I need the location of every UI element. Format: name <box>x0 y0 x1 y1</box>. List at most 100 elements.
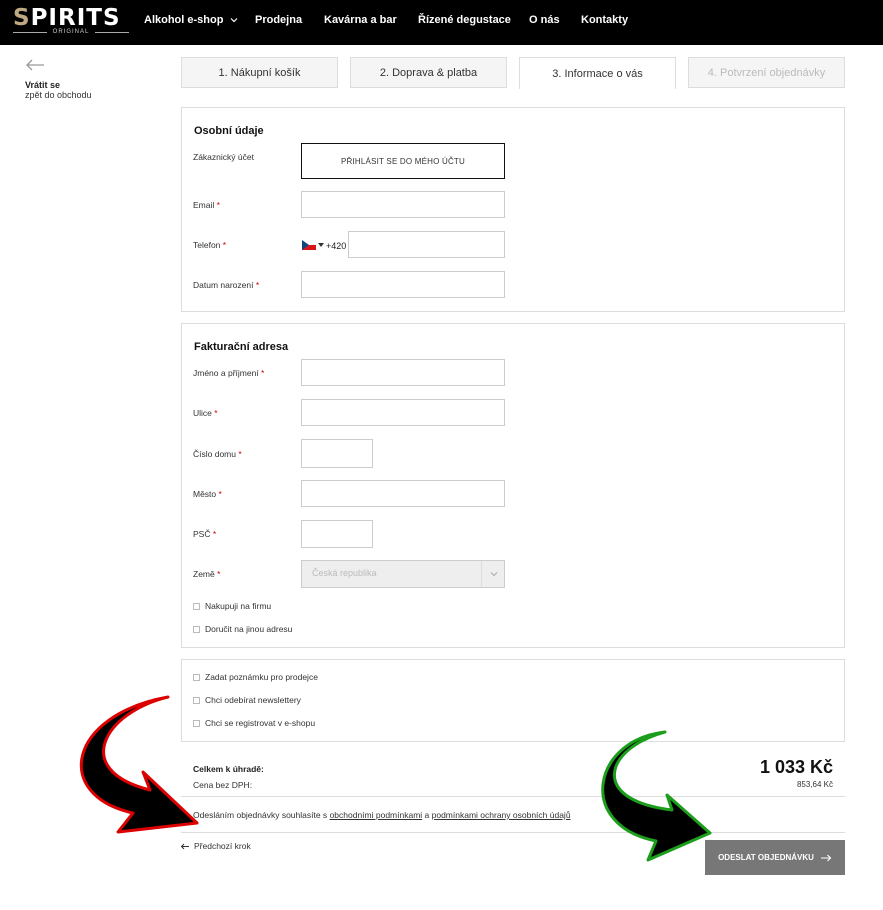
back-to-shop-link[interactable]: Vrátit se zpět do obchodu <box>25 58 92 100</box>
personal-info-panel: Osobní údaje <box>181 107 845 312</box>
select-chevron-down-icon <box>481 561 505 587</box>
checkbox-box[interactable] <box>193 625 200 633</box>
required-mark: * <box>261 368 265 378</box>
summary-divider <box>181 796 845 797</box>
house-number-label: Číslo domu * <box>193 449 242 459</box>
nav-item-kontakty[interactable]: Kontakty <box>581 14 628 26</box>
zip-label: PSČ * <box>193 529 216 539</box>
tab-step-info[interactable]: 3. Informace o vás <box>519 57 676 89</box>
billing-title: Fakturační adresa <box>194 341 289 353</box>
phone-label: Telefon * <box>193 240 226 250</box>
net-price-label: Cena bez DPH: <box>193 780 253 790</box>
tab-step-confirm: 4. Potvrzení objednávky <box>688 57 845 88</box>
required-mark: * <box>216 200 220 210</box>
phone-field[interactable] <box>348 231 505 258</box>
previous-step-label: Předchozí krok <box>194 841 251 851</box>
logo-rest: PIRITS <box>30 5 121 31</box>
tab-step-confirm-label: 4. Potvrzení objednávky <box>707 66 826 79</box>
email-label-text: Email <box>193 200 215 210</box>
house-number-label-text: Číslo domu <box>193 449 236 459</box>
street-field[interactable] <box>301 399 505 426</box>
country-label: Země * <box>193 569 220 579</box>
chevron-down-icon <box>230 18 237 23</box>
checkbox-box[interactable] <box>193 696 200 704</box>
top-navigation-bar: SPIRITS ORIGINAL Alkohol e-shop Prodejna… <box>0 0 883 45</box>
nav-item-eshop[interactable]: Alkohol e-shop <box>144 14 238 26</box>
personal-info-title: Osobní údaje <box>194 125 264 137</box>
country-code-caret-icon[interactable] <box>318 243 324 247</box>
required-mark: * <box>238 449 242 459</box>
tab-step-cart-label: 1. Nákupní košík <box>218 66 301 79</box>
checkbox-box[interactable] <box>193 602 200 610</box>
tab-step-cart[interactable]: 1. Nákupní košík <box>181 57 338 88</box>
terms-link[interactable]: obchodními podmínkami <box>330 810 423 820</box>
birth-label-text: Datum narození <box>193 280 254 290</box>
zip-label-text: PSČ <box>193 529 211 539</box>
city-field[interactable] <box>301 480 505 507</box>
country-label-text: Země <box>193 569 215 579</box>
birth-date-label: Datum narození * <box>193 280 259 290</box>
nav-item-degustace[interactable]: Řízené degustace <box>418 14 511 26</box>
house-number-field[interactable] <box>301 439 373 468</box>
login-button-label: PŘIHLÁSIT SE DO MÉHO ÚČTU <box>341 156 465 166</box>
tab-step-shipping[interactable]: 2. Doprava & platba <box>350 57 507 88</box>
checkbox-box[interactable] <box>193 719 200 727</box>
seller-note-checkbox[interactable]: Zadat poznámku pro prodejce <box>193 672 318 682</box>
newsletter-checkbox[interactable]: Chci odebírat newslettery <box>193 695 301 705</box>
arrow-right-icon <box>820 854 832 861</box>
login-button[interactable]: PŘIHLÁSIT SE DO MÉHO ÚČTU <box>301 143 505 179</box>
total-value: 1 033 Kč <box>759 757 833 777</box>
city-label-text: Město <box>193 489 217 499</box>
seller-note-label: Zadat poznámku pro prodejce <box>205 672 318 682</box>
back-title: Vrátit se <box>25 80 61 90</box>
full-name-label: Jméno a příjmení * <box>193 368 264 378</box>
nav-item-kavarna[interactable]: Kavárna a bar <box>324 14 397 26</box>
full-name-label-text: Jméno a příjmení <box>193 368 259 378</box>
privacy-link[interactable]: podmínkami ochrany osobních údajů <box>432 810 571 820</box>
red-curved-arrow-icon <box>79 695 199 834</box>
tab-step-shipping-label: 2. Doprava & platba <box>379 66 478 79</box>
back-subtitle: zpět do obchodu <box>25 90 92 100</box>
agreement-text: Odesláním objednávky souhlasíte s obchod… <box>193 810 571 820</box>
company-purchase-label: Nakupuji na firmu <box>205 601 272 611</box>
account-label: Zákaznický účet <box>193 152 254 162</box>
arrow-left-icon <box>180 843 189 849</box>
agreement-prefix: Odesláním objednávky souhlasíte s <box>193 810 330 820</box>
required-mark: * <box>222 240 227 250</box>
tab-step-info-label: 3. Informace o vás <box>552 67 643 80</box>
nav-item-prodejna[interactable]: Prodejna <box>255 14 302 26</box>
full-name-field[interactable] <box>301 359 505 386</box>
agreement-middle: a <box>422 810 432 820</box>
czech-flag-icon[interactable] <box>302 240 316 250</box>
nav-item-o-nas[interactable]: O nás <box>529 14 560 26</box>
birth-date-field[interactable] <box>301 271 505 298</box>
billing-address-panel: Fakturační adresa <box>181 323 845 648</box>
street-label: Ulice * <box>193 408 218 418</box>
agreement-divider <box>181 832 845 833</box>
country-select: Česká republika <box>301 560 505 588</box>
zip-field[interactable] <box>301 520 373 548</box>
phone-label-text: Telefon <box>193 240 221 250</box>
logo-wordmark: SPIRITS <box>13 5 121 31</box>
logo-s-accent: S <box>13 5 31 31</box>
newsletter-label: Chci odebírat newslettery <box>205 695 301 705</box>
submit-order-button[interactable]: ODESLAT OBJEDNÁVKU <box>705 840 845 875</box>
email-label: Email * <box>193 200 220 210</box>
company-purchase-checkbox[interactable]: Nakupuji na firmu <box>193 601 271 611</box>
total-label: Celkem k úhradě: <box>193 764 264 774</box>
arrow-left-icon <box>26 59 44 71</box>
register-checkbox[interactable]: Chci se registrovat v e-shopu <box>193 718 315 728</box>
email-field[interactable] <box>301 191 505 218</box>
submit-order-label: ODESLAT OBJEDNÁVKU <box>718 853 814 862</box>
required-mark: * <box>255 280 260 290</box>
logo-subtitle: ORIGINAL <box>13 29 129 35</box>
required-mark: * <box>212 529 217 539</box>
spirits-logo[interactable]: SPIRITS ORIGINAL <box>13 5 129 36</box>
checkbox-box[interactable] <box>193 673 200 681</box>
street-label-text: Ulice <box>193 408 212 418</box>
required-mark: * <box>214 408 218 418</box>
previous-step-link[interactable]: Předchozí krok <box>180 841 251 851</box>
other-address-label: Doručit na jinou adresu <box>205 624 293 634</box>
nav-item-eshop-label: Alkohol e-shop <box>144 14 224 26</box>
other-address-checkbox[interactable]: Doručit na jinou adresu <box>193 624 292 634</box>
